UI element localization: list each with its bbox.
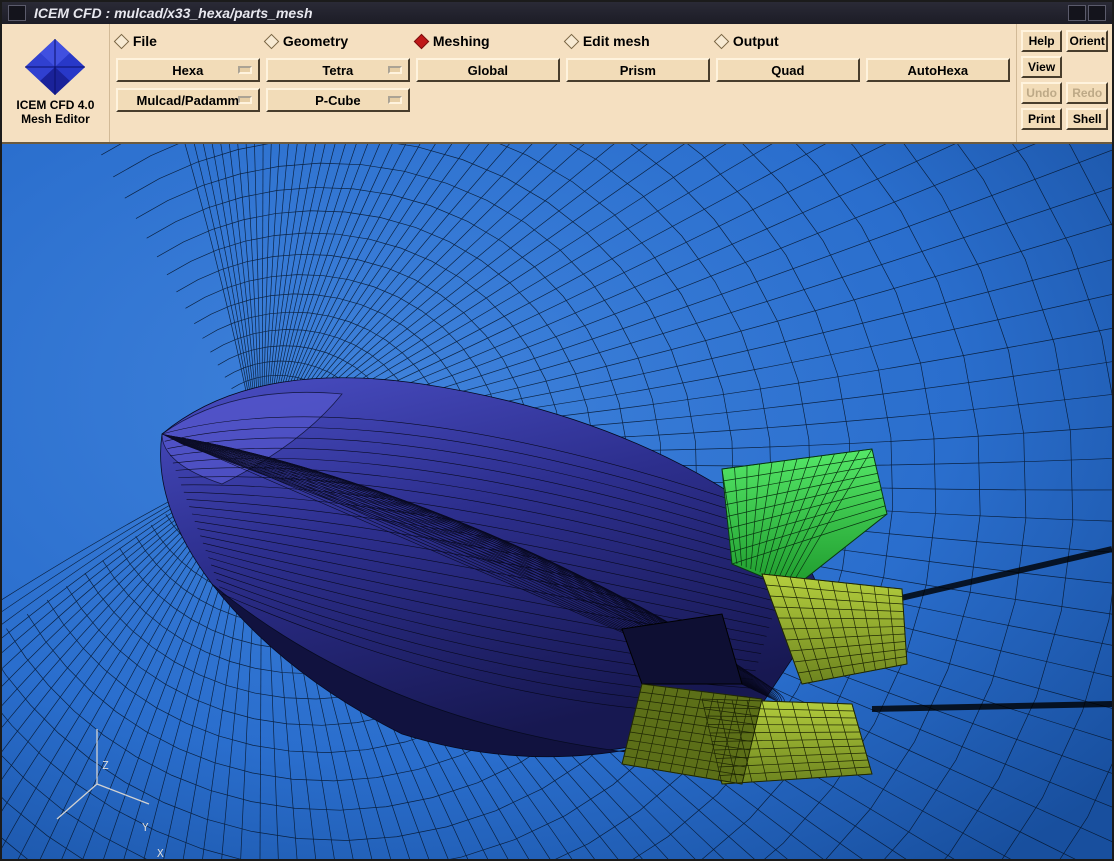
app-name-line2: Mesh Editor [21,112,90,126]
quad-button[interactable]: Quad [716,58,860,82]
help-button[interactable]: Help [1021,30,1063,52]
app-logo-icon [25,39,85,95]
window-menu-button[interactable] [8,5,26,21]
minimize-button[interactable] [1068,5,1086,21]
axis-x-label: X [157,847,164,859]
tetra-label: Tetra [322,63,353,78]
prism-button[interactable]: Prism [566,58,710,82]
global-button[interactable]: Global [416,58,560,82]
print-label: Print [1028,112,1055,126]
tool-row-2: Mulcad/Padamm P-Cube [116,88,1010,112]
menu-row: File Geometry Meshing Edit mesh [116,30,1010,52]
diamond-icon [714,33,730,49]
shell-button[interactable]: Shell [1066,108,1108,130]
menu-meshing[interactable]: Meshing [416,33,566,49]
app-logo-cell: ICEM CFD 4.0 Mesh Editor [2,24,110,142]
autohexa-label: AutoHexa [907,63,968,78]
dropdown-icon [388,96,402,104]
dropdown-icon [388,66,402,74]
dropdown-icon [238,66,252,74]
window-title: ICEM CFD : mulcad/x33_hexa/parts_mesh [34,5,1066,21]
window-title-bar: ICEM CFD : mulcad/x33_hexa/parts_mesh [2,2,1112,24]
menu-area: File Geometry Meshing Edit mesh [110,24,1016,142]
tool-row-1: Hexa Tetra Global Prism Quad [116,58,1010,82]
pcube-label: P-Cube [315,93,361,108]
autohexa-button[interactable]: AutoHexa [866,58,1010,82]
shell-label: Shell [1073,112,1102,126]
diamond-icon [414,33,430,49]
mesh-viewport[interactable]: Z Y X [2,144,1112,859]
redo-label: Redo [1072,86,1102,100]
menu-output[interactable]: Output [716,33,866,49]
mulcad-button[interactable]: Mulcad/Padamm [116,88,260,112]
orient-label: Orient [1070,34,1105,48]
diamond-icon [114,33,130,49]
undo-label: Undo [1026,86,1057,100]
diamond-icon [564,33,580,49]
print-button[interactable]: Print [1021,108,1063,130]
redo-button[interactable]: Redo [1066,82,1108,104]
hexa-button[interactable]: Hexa [116,58,260,82]
mulcad-label: Mulcad/Padamm [137,93,240,108]
menu-geometry-label: Geometry [283,33,348,49]
prism-label: Prism [620,63,656,78]
menu-file[interactable]: File [116,33,266,49]
dropdown-icon [238,96,252,104]
hexa-label: Hexa [172,63,203,78]
view-button[interactable]: View [1021,56,1063,78]
menu-file-label: File [133,33,157,49]
menu-output-label: Output [733,33,779,49]
maximize-button[interactable] [1088,5,1106,21]
menu-meshing-label: Meshing [433,33,490,49]
axis-y-label: Y [142,821,149,834]
global-label: Global [468,63,508,78]
undo-button[interactable]: Undo [1021,82,1063,104]
tetra-button[interactable]: Tetra [266,58,410,82]
pcube-button[interactable]: P-Cube [266,88,410,112]
side-button-column: Help Orient View Undo Redo Print Shell [1016,24,1112,142]
diamond-icon [264,33,280,49]
mesh-render [2,144,1112,859]
app-name-label: ICEM CFD 4.0 Mesh Editor [16,99,94,127]
quad-label: Quad [771,63,804,78]
menu-geometry[interactable]: Geometry [266,33,416,49]
view-label: View [1028,60,1055,74]
app-name-line1: ICEM CFD 4.0 [16,98,94,112]
menu-edit-mesh-label: Edit mesh [583,33,650,49]
toolbar-panel: ICEM CFD 4.0 Mesh Editor File Geometry [2,24,1112,144]
menu-edit-mesh[interactable]: Edit mesh [566,33,716,49]
axis-z-label: Z [102,759,109,772]
orient-button[interactable]: Orient [1066,30,1108,52]
help-label: Help [1029,34,1055,48]
